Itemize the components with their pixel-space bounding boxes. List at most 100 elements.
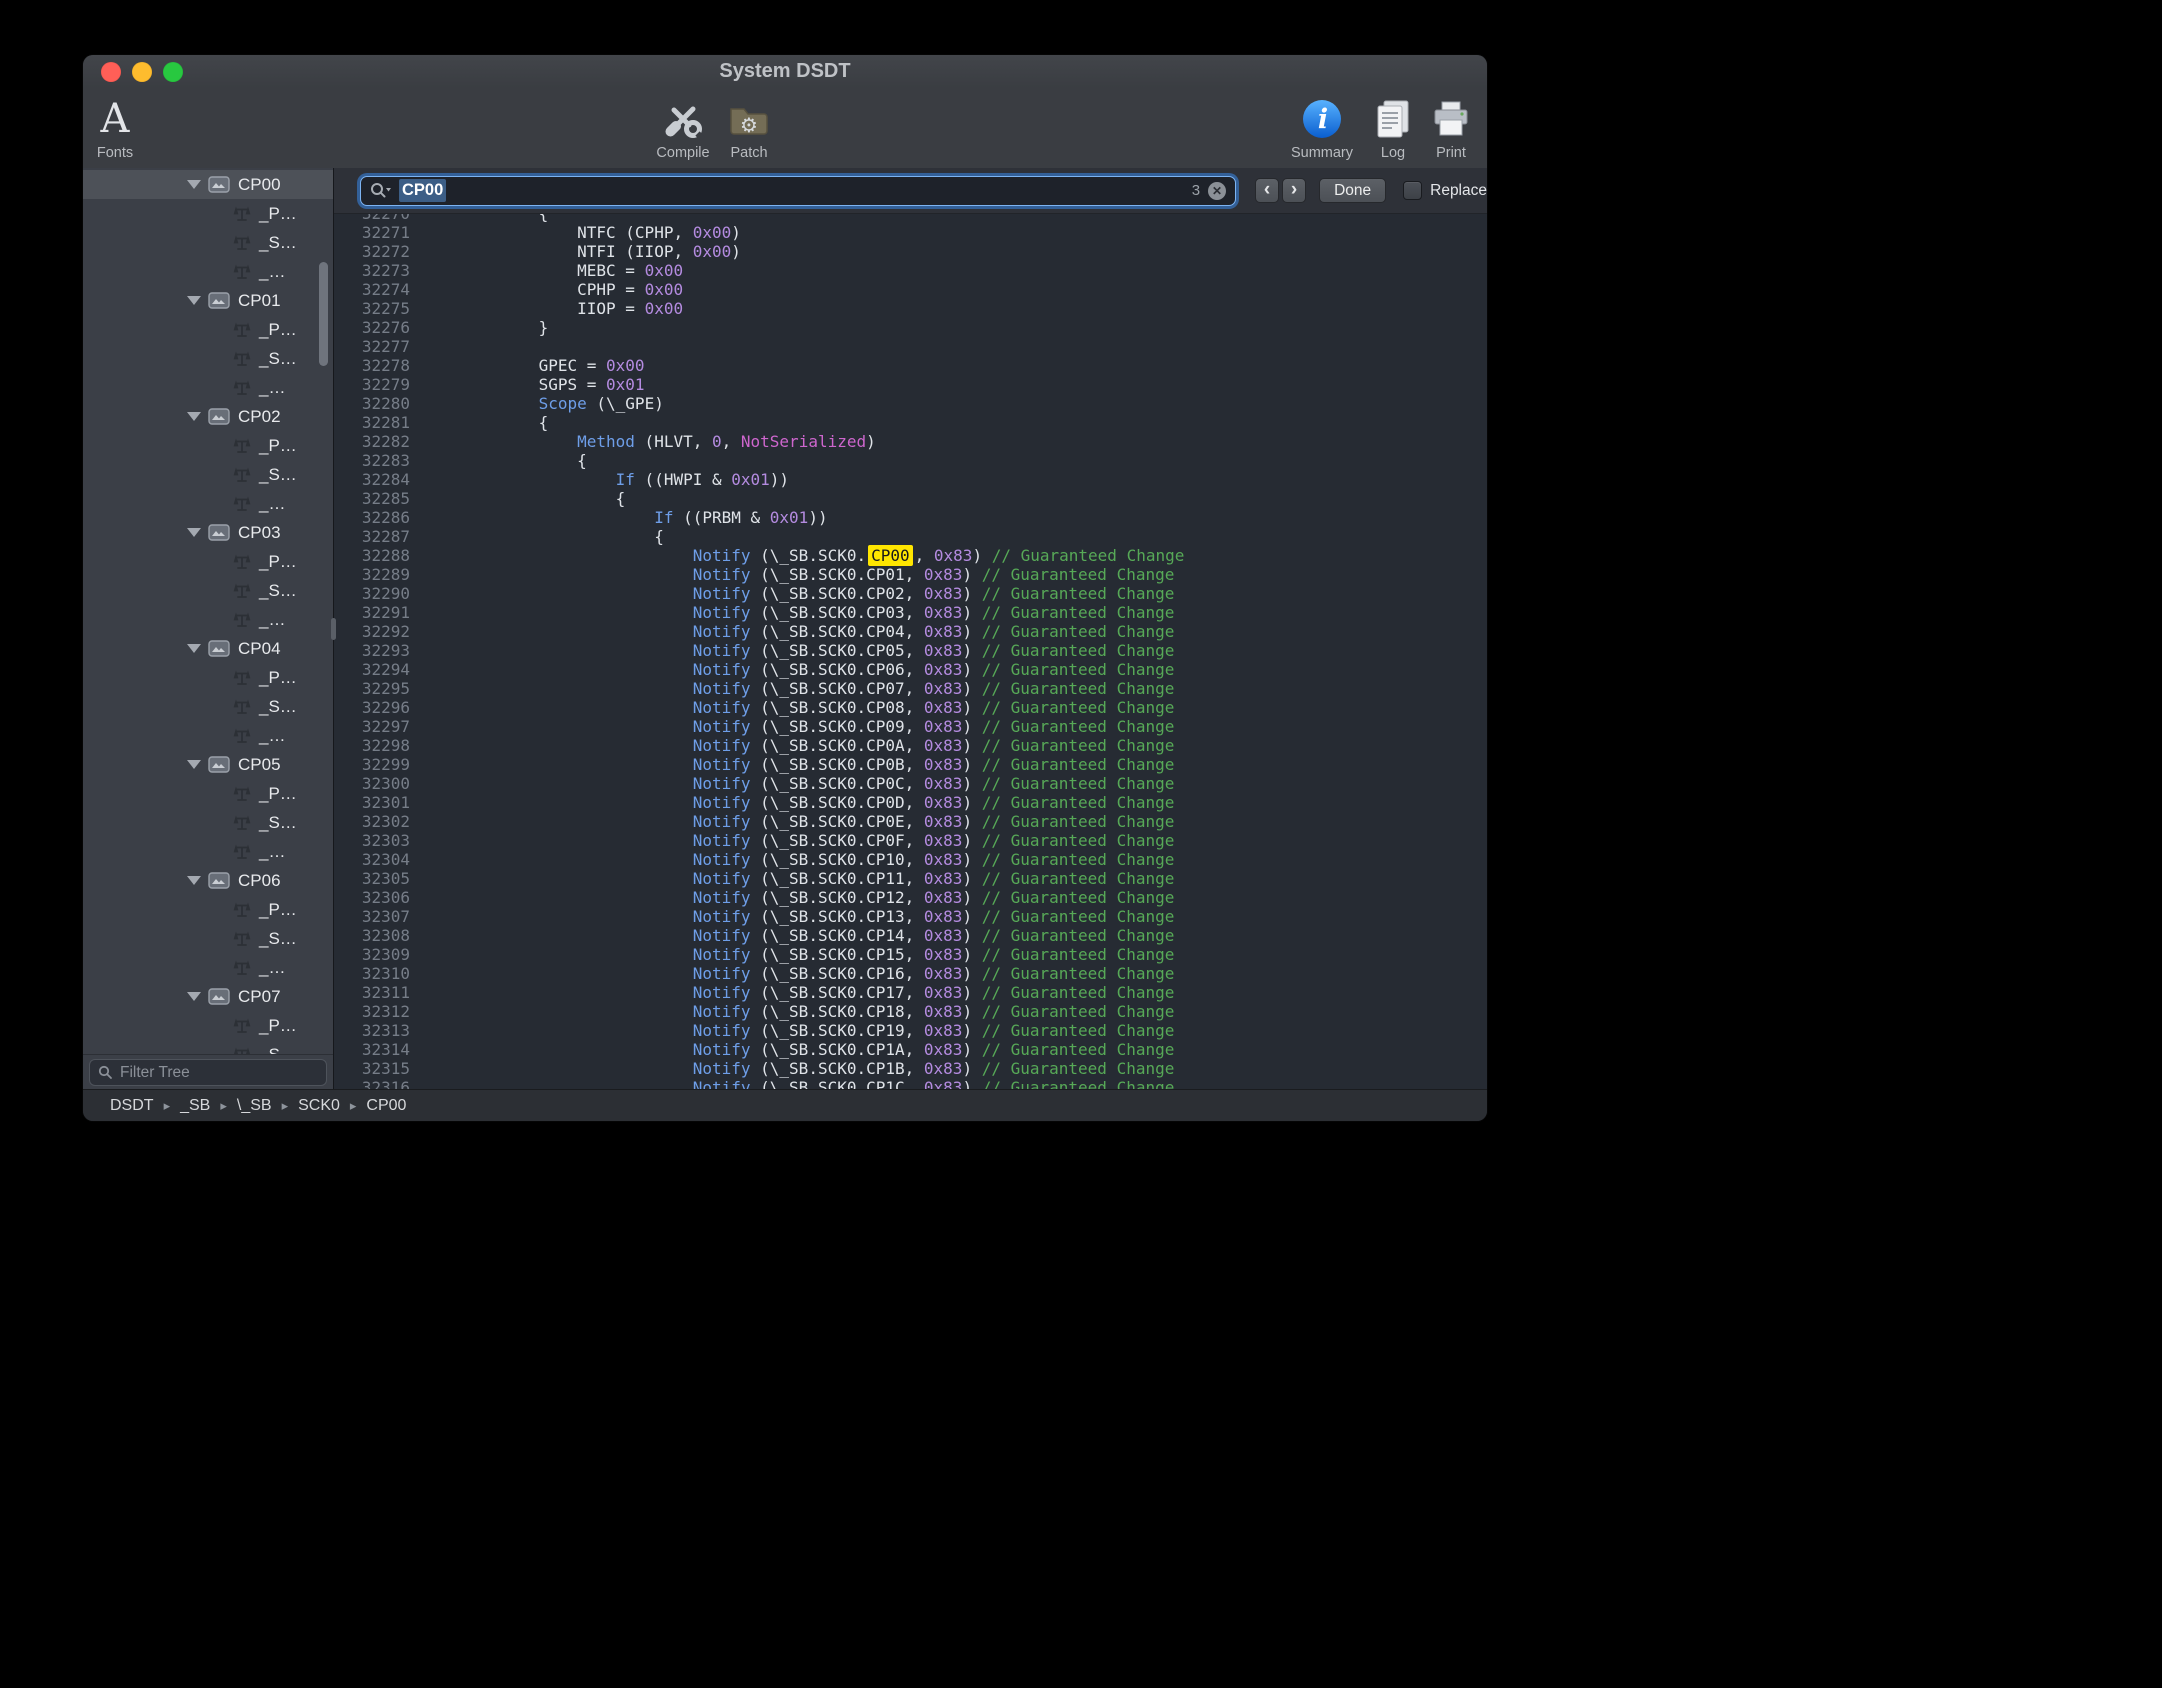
editor-pane: CP00 3 ✕ ‹ › Done Replace 32270 {32271 <box>334 168 1487 1090</box>
code-editor[interactable]: 32270 {32271 NTFC (CPHP, 0x00)32272 NTFI… <box>334 214 1487 1090</box>
tree-item-child[interactable]: _S… <box>83 1040 333 1055</box>
minimize-button[interactable] <box>132 62 152 82</box>
code-line: 32292 Notify (\_SB.SCK0.CP04, 0x83) // G… <box>342 622 1487 641</box>
toolbar: A Fonts Compile <box>83 88 1487 169</box>
acpi-tree: CP00_P…_S…_…CP01_P…_S…_…CP02_P…_S…_…CP03… <box>83 168 333 1055</box>
zoom-button[interactable] <box>163 62 183 82</box>
breadcrumb-item[interactable]: \_SB <box>237 1097 272 1115</box>
tree-item-CP05[interactable]: CP05 <box>83 750 333 779</box>
tree-item-child[interactable]: _… <box>83 605 333 634</box>
tree-item-child[interactable]: _P… <box>83 779 333 808</box>
line-number: 32309 <box>342 945 410 964</box>
tree-item-CP04[interactable]: CP04 <box>83 634 333 663</box>
tree-item-CP03[interactable]: CP03 <box>83 518 333 547</box>
tree-item-CP02[interactable]: CP02 <box>83 402 333 431</box>
line-number: 32288 <box>342 546 410 565</box>
line-number: 32284 <box>342 470 410 489</box>
tree-item-child[interactable]: _… <box>83 373 333 402</box>
tree-item-label: _S… <box>259 581 297 601</box>
tree-item-child[interactable]: _P… <box>83 895 333 924</box>
method-icon <box>233 437 251 455</box>
line-number: 32314 <box>342 1040 410 1059</box>
tree-item-CP01[interactable]: CP01 <box>83 286 333 315</box>
scope-icon <box>208 292 230 309</box>
replace-option: Replace <box>1403 181 1487 200</box>
tree-item-label: CP04 <box>238 639 281 659</box>
code-line: 32295 Notify (\_SB.SCK0.CP07, 0x83) // G… <box>342 679 1487 698</box>
breadcrumb-item[interactable]: DSDT <box>110 1097 154 1115</box>
code-line: 32311 Notify (\_SB.SCK0.CP17, 0x83) // G… <box>342 983 1487 1002</box>
tree-item-child[interactable]: _P… <box>83 663 333 692</box>
tree-item-child[interactable]: _S… <box>83 808 333 837</box>
scope-icon <box>208 756 230 773</box>
tree-item-label: _… <box>259 494 285 514</box>
tree-item-child[interactable]: _… <box>83 489 333 518</box>
disclosure-triangle-icon[interactable] <box>187 180 201 189</box>
breadcrumb-item[interactable]: CP00 <box>366 1097 406 1115</box>
tree-item-child[interactable]: _… <box>83 257 333 286</box>
tree-item-child[interactable]: _S… <box>83 460 333 489</box>
tree-item-child[interactable]: _… <box>83 837 333 866</box>
line-number: 32311 <box>342 983 410 1002</box>
tree-item-label: _… <box>259 610 285 630</box>
search-input[interactable]: CP00 3 ✕ <box>360 176 1236 206</box>
tree-item-child[interactable]: _S… <box>83 228 333 257</box>
disclosure-triangle-icon[interactable] <box>187 528 201 537</box>
code-line: 32290 Notify (\_SB.SCK0.CP02, 0x83) // G… <box>342 584 1487 603</box>
tree-item-child[interactable]: _… <box>83 721 333 750</box>
method-icon <box>233 901 251 919</box>
find-next-button[interactable]: › <box>1282 178 1306 203</box>
method-icon <box>233 611 251 629</box>
method-icon <box>233 959 251 977</box>
tree-item-child[interactable]: _S… <box>83 344 333 373</box>
find-bar: CP00 3 ✕ ‹ › Done Replace <box>334 168 1487 214</box>
method-icon <box>233 785 251 803</box>
tree-item-CP06[interactable]: CP06 <box>83 866 333 895</box>
filter-tree-input[interactable]: Filter Tree <box>89 1059 327 1086</box>
tree-item-label: _… <box>259 958 285 978</box>
disclosure-triangle-icon[interactable] <box>187 992 201 1001</box>
fonts-button[interactable]: A Fonts <box>83 94 157 161</box>
line-number: 32283 <box>342 451 410 470</box>
tree-item-child[interactable]: _S… <box>83 692 333 721</box>
tree-item-child[interactable]: _P… <box>83 547 333 576</box>
tree-item-label: CP01 <box>238 291 281 311</box>
disclosure-triangle-icon[interactable] <box>187 760 201 769</box>
tree-item-child[interactable]: _P… <box>83 431 333 460</box>
code-line: 32310 Notify (\_SB.SCK0.CP16, 0x83) // G… <box>342 964 1487 983</box>
tree-item-child[interactable]: _… <box>83 953 333 982</box>
disclosure-triangle-icon[interactable] <box>187 876 201 885</box>
disclosure-triangle-icon[interactable] <box>187 644 201 653</box>
tree-item-child[interactable]: _P… <box>83 199 333 228</box>
line-number: 32312 <box>342 1002 410 1021</box>
breadcrumb-item[interactable]: SCK0 <box>298 1097 340 1115</box>
line-number: 32289 <box>342 565 410 584</box>
print-button[interactable]: Print <box>1409 94 1487 161</box>
line-number: 32281 <box>342 413 410 432</box>
code-line: 32300 Notify (\_SB.SCK0.CP0C, 0x83) // G… <box>342 774 1487 793</box>
find-previous-button[interactable]: ‹ <box>1255 178 1279 203</box>
line-number: 32305 <box>342 869 410 888</box>
patch-button[interactable]: ⚙ Patch <box>707 94 791 161</box>
line-number: 32303 <box>342 831 410 850</box>
breadcrumb-item[interactable]: _SB <box>180 1097 210 1115</box>
line-number: 32274 <box>342 280 410 299</box>
tree-item-child[interactable]: _P… <box>83 1011 333 1040</box>
line-number: 32296 <box>342 698 410 717</box>
tree-item-child[interactable]: _S… <box>83 924 333 953</box>
clear-search-icon[interactable]: ✕ <box>1208 182 1226 200</box>
tree-item-CP00[interactable]: CP00 <box>83 170 333 199</box>
close-button[interactable] <box>101 62 121 82</box>
done-button[interactable]: Done <box>1319 178 1386 203</box>
disclosure-triangle-icon[interactable] <box>187 296 201 305</box>
code-line: 32274 CPHP = 0x00 <box>342 280 1487 299</box>
tree-item-CP07[interactable]: CP07 <box>83 982 333 1011</box>
tree-item-child[interactable]: _P… <box>83 315 333 344</box>
method-icon <box>233 321 251 339</box>
tree-item-child[interactable]: _S… <box>83 576 333 605</box>
tree-item-label: _P… <box>259 552 297 572</box>
disclosure-triangle-icon[interactable] <box>187 412 201 421</box>
replace-checkbox[interactable] <box>1403 181 1422 200</box>
sidebar-scrollbar-thumb[interactable] <box>319 262 328 366</box>
line-number: 32304 <box>342 850 410 869</box>
